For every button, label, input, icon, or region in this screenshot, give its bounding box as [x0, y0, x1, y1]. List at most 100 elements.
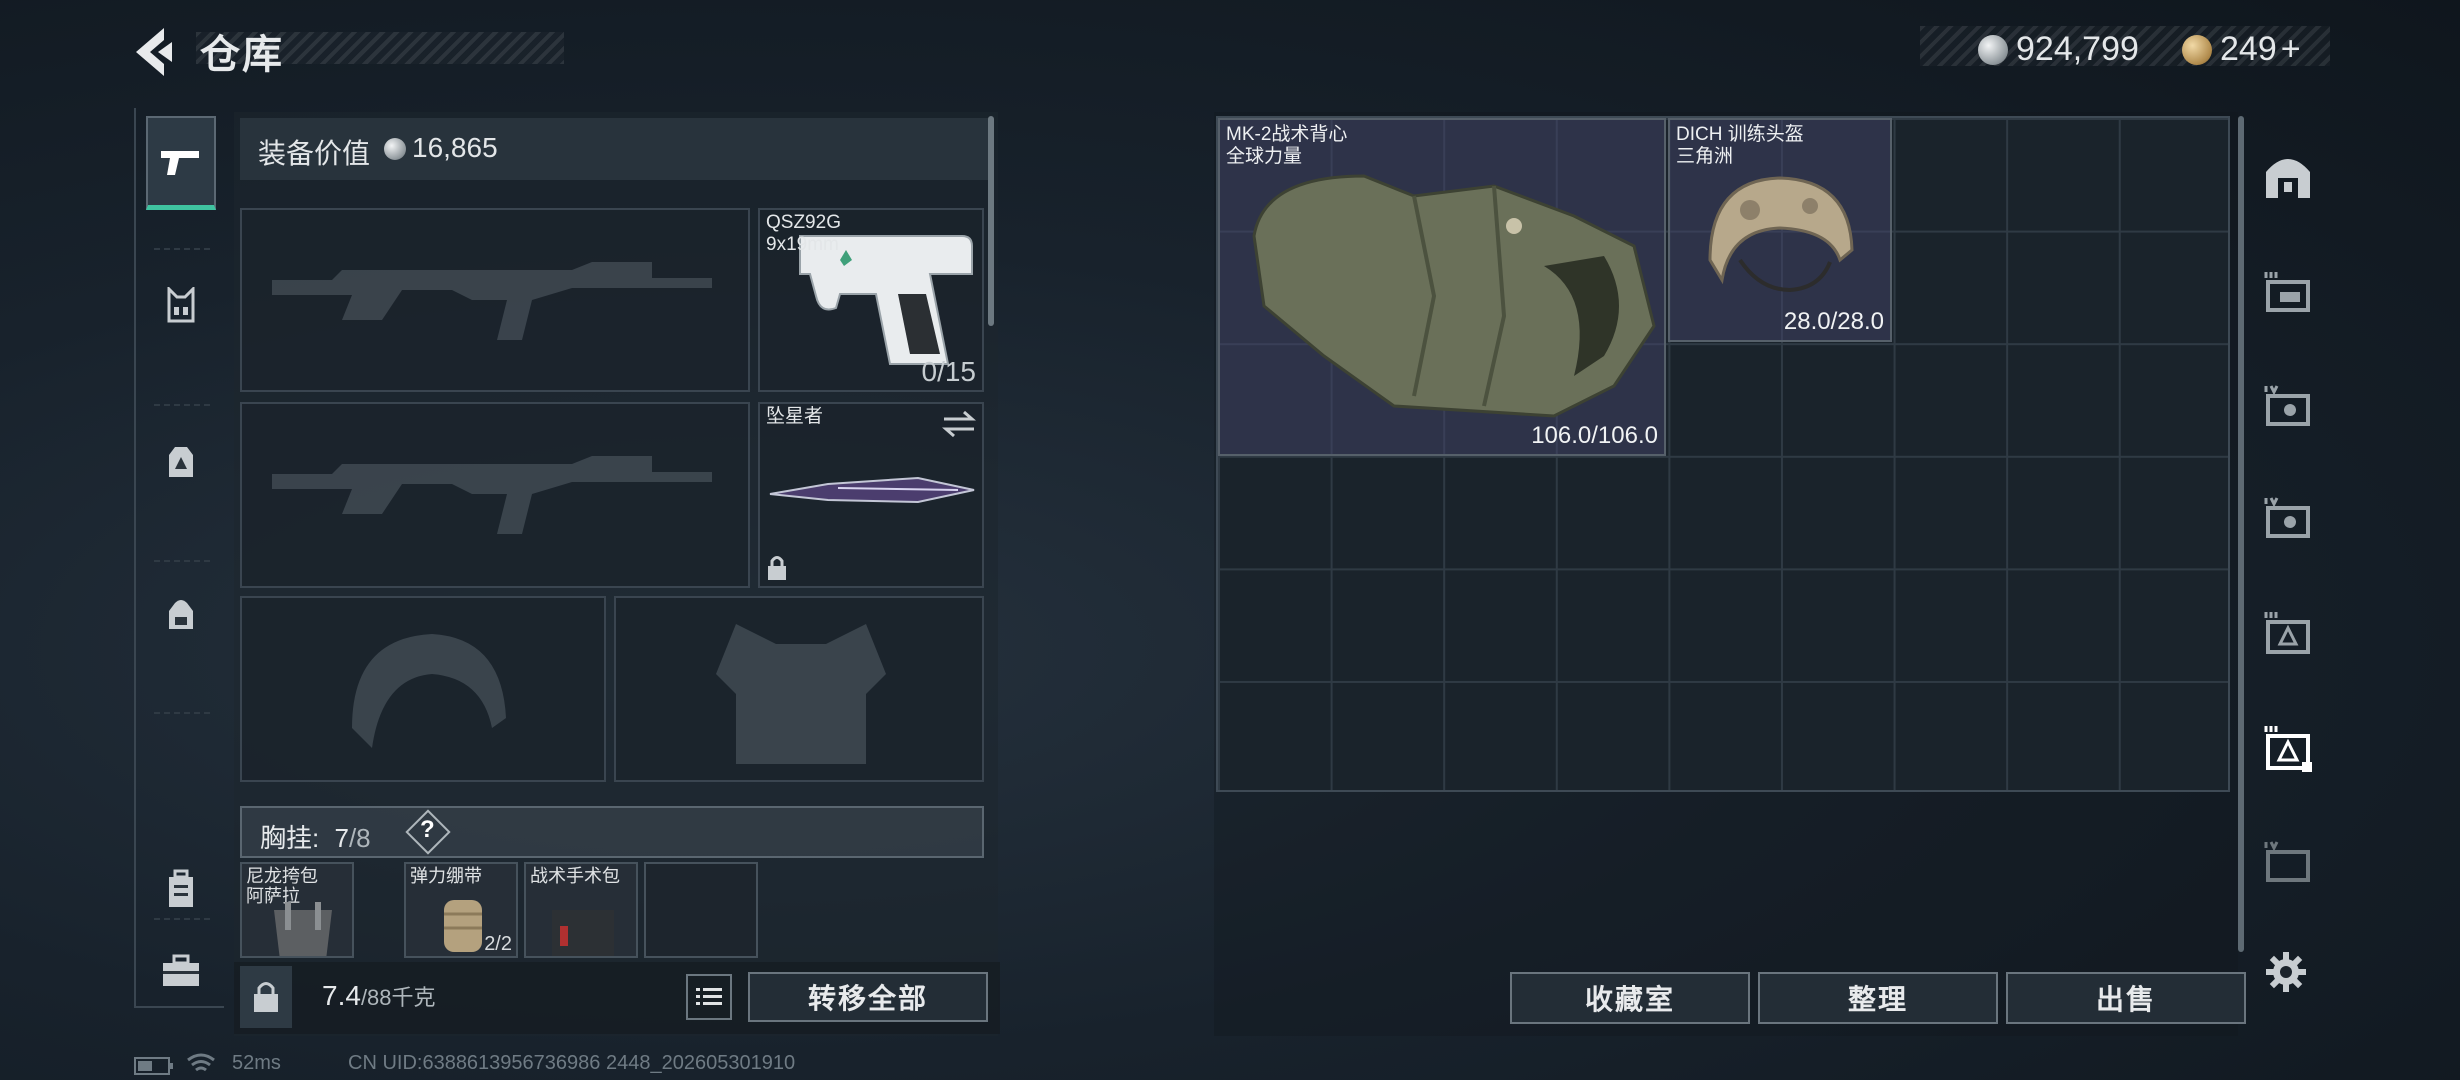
item-name: MK-2战术背心	[1226, 124, 1348, 145]
pistol-icon	[161, 150, 199, 175]
settings-button[interactable]	[2262, 948, 2310, 996]
list-view-button[interactable]	[686, 974, 732, 1020]
pouch-name: 尼龙挎包	[246, 866, 318, 886]
battery-icon	[134, 1057, 173, 1075]
currency-bar: 924,799 249 +	[1920, 26, 2330, 68]
storage-page-nav	[2248, 116, 2324, 956]
lock-icon	[768, 556, 786, 580]
nav-chest-rig[interactable]	[146, 258, 216, 352]
warehouse-icon	[2266, 159, 2310, 198]
nylon-bag-image	[274, 902, 332, 956]
storage-item-vest[interactable]: MK-2战术背心 全球力量 106.0/106.0	[1218, 118, 1666, 456]
nav-weapons[interactable]	[146, 116, 216, 210]
bandage-image	[444, 900, 482, 952]
bag-icon	[169, 600, 193, 629]
lock-icon	[254, 982, 278, 1012]
swap-icon[interactable]	[942, 410, 976, 438]
gold-amount: 249	[2220, 30, 2277, 68]
melee-slot[interactable]: 坠星者	[758, 402, 984, 588]
item-name: DICH 训练头盔	[1676, 124, 1804, 145]
case-tier-4-icon	[2264, 841, 2310, 882]
armor-placeholder-icon	[716, 624, 886, 764]
equipment-category-nav	[134, 108, 224, 1008]
equipment-value-label: 装备价值	[258, 138, 371, 169]
gear-icon	[2266, 952, 2306, 992]
transfer-all-button[interactable]: 转移全部	[748, 972, 988, 1022]
nav-bag[interactable]	[146, 568, 216, 662]
nav-backpack[interactable]	[146, 414, 216, 508]
pouch-empty-slot[interactable]	[644, 862, 758, 958]
pouch-elastic-bandage[interactable]: 弹力绷带 2/2	[404, 862, 518, 958]
nav-toolbox[interactable]	[146, 924, 216, 1018]
weight-indicator: 7.4/88千克	[322, 980, 436, 1012]
secondary-weapon-slot[interactable]	[240, 402, 750, 588]
equipment-value: 16,865	[412, 132, 498, 163]
storage-tab-case-active[interactable]	[2260, 720, 2316, 776]
helmet-image	[1708, 176, 1854, 293]
knife-image	[769, 476, 975, 504]
case-tier-4-icon	[2264, 497, 2310, 538]
weight-lock-button[interactable]	[240, 966, 292, 1028]
primary-weapon-slot[interactable]	[240, 208, 750, 392]
collection-room-button[interactable]: 收藏室	[1510, 972, 1750, 1024]
item-durability: 28.0/28.0	[1783, 308, 1884, 335]
equipment-scrollbar[interactable]	[988, 116, 994, 326]
rifle-placeholder-icon	[272, 262, 712, 340]
vest-icon	[167, 287, 195, 323]
case-tier-4-icon	[2264, 385, 2310, 426]
list-icon	[696, 988, 722, 1005]
storage-tab-case-4c[interactable]	[2260, 834, 2316, 890]
pouch-count: 2/2	[484, 933, 512, 955]
storage-tab-case-3[interactable]	[2260, 264, 2316, 320]
page-title: 仓库	[200, 33, 284, 77]
pistol-caliber: 9x19mm	[766, 234, 839, 255]
storage-tab-case-4a[interactable]	[2260, 378, 2316, 434]
surgical-kit-image	[552, 910, 614, 956]
organize-button[interactable]: 整理	[1758, 972, 1998, 1024]
gold-plus[interactable]: +	[2281, 30, 2301, 68]
chest-rig-label: 胸挂:	[260, 823, 320, 853]
vest-image	[1252, 174, 1656, 418]
backpack-icon	[169, 447, 193, 477]
rifle-placeholder-icon	[272, 456, 712, 534]
silver-coin-icon	[1978, 34, 2008, 65]
case-tier-3-icon	[2264, 272, 2310, 312]
weight-current: 7.4	[322, 980, 361, 1011]
storage-tab-case-3b[interactable]	[2260, 604, 2316, 660]
chest-rig-total: /8	[348, 823, 371, 853]
nav-case[interactable]	[146, 842, 216, 936]
gold-coin-icon	[2182, 34, 2212, 65]
case-tier-3-icon	[2264, 726, 2312, 772]
item-durability: 106.0/106.0	[1531, 422, 1658, 449]
storage-tab-warehouse[interactable]	[2260, 148, 2316, 204]
uid-text: CN UID:6388613956736986 2448_20260530191…	[348, 1052, 796, 1074]
pouch-name: 战术手术包	[530, 866, 620, 886]
helmet-slot[interactable]	[240, 596, 606, 782]
pistol-slot[interactable]: QSZ92G 9x19mm 0/15	[758, 208, 984, 392]
pistol-ammo: 0/15	[921, 356, 977, 387]
back-button[interactable]	[128, 22, 186, 82]
item-sub: 全球力量	[1226, 146, 1303, 167]
storage-tab-case-4b[interactable]	[2260, 490, 2316, 546]
ping-text: 52ms	[232, 1052, 281, 1074]
wifi-icon	[187, 1053, 215, 1072]
sell-button[interactable]: 出售	[2006, 972, 2246, 1024]
pouch-nylon-bag[interactable]: 尼龙挎包 阿萨拉	[240, 862, 354, 958]
storage-item-helmet[interactable]: DICH 训练头盔 三角洲 28.0/28.0	[1668, 118, 1892, 342]
case-icon	[169, 869, 193, 907]
back-arrow-icon	[136, 28, 172, 76]
item-sub: 三角洲	[1676, 146, 1734, 167]
melee-name: 坠星者	[766, 406, 824, 427]
toolbox-icon	[163, 954, 199, 986]
silver-coin-icon	[384, 138, 406, 160]
storage-scrollbar[interactable]	[2238, 116, 2244, 952]
armor-slot[interactable]	[614, 596, 984, 782]
help-icon[interactable]: ?	[420, 816, 435, 844]
pouch-name: 弹力绷带	[410, 866, 482, 886]
chest-rig-used: 7	[334, 823, 349, 853]
weight-max: /88千克	[360, 985, 436, 1010]
pouch-surgical-kit[interactable]: 战术手术包	[524, 862, 638, 958]
silver-amount: 924,799	[2016, 30, 2139, 68]
equipment-value-bar: 装备价值 16,865	[240, 118, 992, 180]
helmet-placeholder-icon	[352, 634, 506, 748]
